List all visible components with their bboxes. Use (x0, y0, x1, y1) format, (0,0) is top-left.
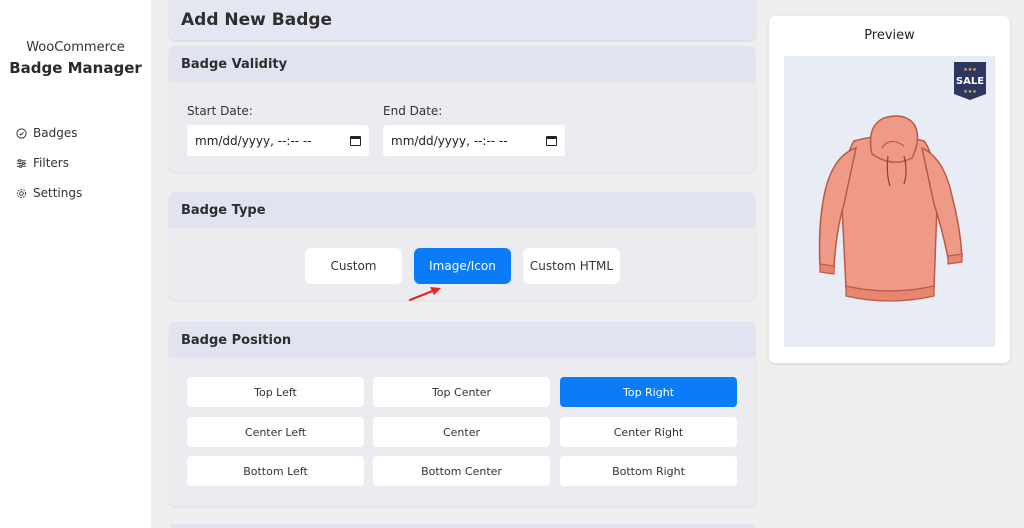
sidebar-item-badges[interactable]: Badges (14, 118, 82, 148)
badge-stars-icon: ★★★ (963, 67, 977, 73)
sale-badge-text: SALE (956, 76, 984, 87)
badge-position-title: Badge Position (169, 322, 755, 358)
type-image-icon-button[interactable]: Image/Icon (414, 248, 511, 284)
position-top-center-button[interactable]: Top Center (373, 377, 550, 407)
sidebar-item-label: Settings (33, 186, 83, 200)
sliders-icon (14, 158, 28, 169)
end-date-label: End Date: (383, 104, 443, 118)
badge-position-card: Badge Position Top Left Top Center Top R… (169, 322, 755, 506)
position-bottom-left-button[interactable]: Bottom Left (187, 456, 364, 486)
sidebar-item-settings[interactable]: Settings (14, 178, 82, 208)
sidebar-item-label: Badges (33, 126, 78, 140)
type-custom-button[interactable]: Custom (305, 248, 402, 284)
brand: WooCommerce Badge Manager (0, 40, 151, 77)
preview-title: Preview (864, 28, 915, 43)
badge-stars-icon: ★★★ (963, 89, 977, 95)
sidebar-item-filters[interactable]: Filters (14, 148, 82, 178)
sidebar: WooCommerce Badge Manager Badges Filters… (0, 0, 151, 528)
position-bottom-center-button[interactable]: Bottom Center (373, 456, 550, 486)
position-center-right-button[interactable]: Center Right (560, 417, 737, 447)
position-bottom-right-button[interactable]: Bottom Right (560, 456, 737, 486)
badge-type-card: Badge Type Custom Image/Icon Custom HTML (169, 192, 755, 300)
end-date-value: mm/dd/yyyy, --:-- -- (391, 133, 508, 148)
position-top-left-button[interactable]: Top Left (187, 377, 364, 407)
badge-circle-icon (14, 127, 28, 139)
end-date-field: End Date: mm/dd/yyyy, --:-- -- (383, 104, 565, 156)
calendar-icon[interactable] (350, 135, 361, 146)
position-center-button[interactable]: Center (373, 417, 550, 447)
calendar-icon[interactable] (546, 135, 557, 146)
preview-panel: Preview SALE ★★★ ★★★ (769, 16, 1010, 363)
gear-icon (14, 188, 28, 199)
start-date-field: Start Date: mm/dd/yyyy, --:-- -- (187, 104, 369, 156)
badge-type-title: Badge Type (169, 192, 755, 228)
badge-validity-title: Badge Validity (169, 46, 755, 82)
annotation-arrow-icon (408, 287, 441, 302)
page-title: Add New Badge (181, 10, 333, 30)
sidebar-item-label: Filters (33, 156, 69, 170)
page-header: Add New Badge (169, 0, 756, 40)
type-custom-html-button[interactable]: Custom HTML (523, 248, 620, 284)
badge-validity-card: Badge Validity Start Date: mm/dd/yyyy, -… (169, 46, 755, 172)
sidebar-nav: Badges Filters Settings (14, 118, 82, 208)
sale-badge: SALE ★★★ ★★★ (954, 62, 986, 100)
brand-top: WooCommerce (26, 40, 125, 55)
brand-main: Badge Manager (9, 59, 142, 77)
start-date-value: mm/dd/yyyy, --:-- -- (195, 133, 312, 148)
end-date-input[interactable]: mm/dd/yyyy, --:-- -- (383, 125, 565, 156)
start-date-input[interactable]: mm/dd/yyyy, --:-- -- (187, 125, 369, 156)
product-image: SALE ★★★ ★★★ (784, 56, 995, 347)
position-top-right-button[interactable]: Top Right (560, 377, 737, 407)
position-center-left-button[interactable]: Center Left (187, 417, 364, 447)
start-date-label: Start Date: (187, 104, 253, 118)
next-card-edge (169, 524, 755, 528)
